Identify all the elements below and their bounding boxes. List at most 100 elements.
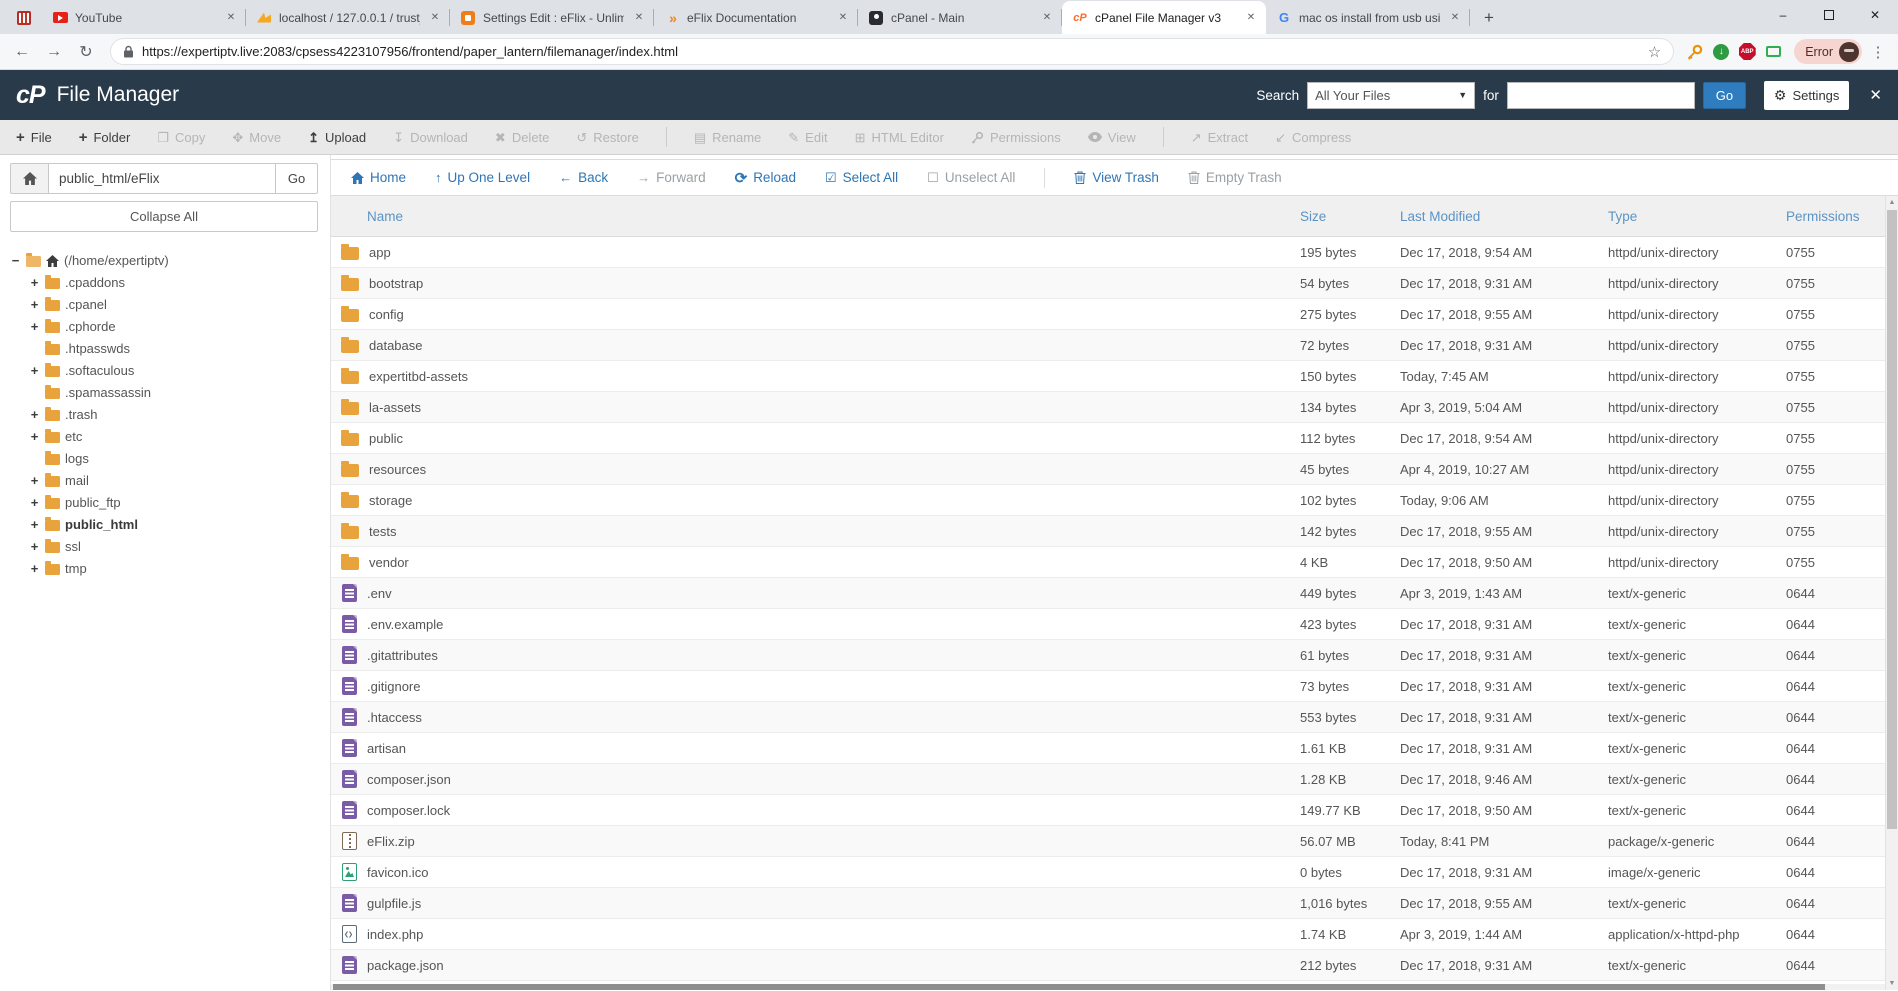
table-row[interactable]: eFlix.zip 56.07 MB Today, 8:41 PM package/x… (331, 826, 1898, 857)
up-one-level-button[interactable]: ↑ Up One Level (435, 170, 530, 185)
scrollbar-thumb[interactable] (1887, 210, 1897, 830)
table-row[interactable]: expertitbd-assets 150 bytes Today, 7:45 AM… (331, 361, 1898, 392)
new-tab-button[interactable]: + (1474, 5, 1504, 31)
table-row[interactable]: bootstrap 54 bytes Dec 17, 2018, 9:31 AM ht… (331, 268, 1898, 299)
path-go-button[interactable]: Go (276, 163, 318, 194)
expand-icon[interactable]: + (29, 363, 40, 378)
search-input[interactable] (1506, 81, 1695, 109)
table-row[interactable]: config 275 bytes Dec 17, 2018, 9:55 AM http… (331, 299, 1898, 330)
collapse-all-button[interactable]: Collapse All (10, 201, 318, 232)
table-row[interactable]: app 195 bytes Dec 17, 2018, 9:54 AM httpd/u… (331, 237, 1898, 268)
reload-button[interactable]: ⟳ Reload (735, 169, 796, 187)
browser-menu-icon[interactable]: ⋮ (1866, 43, 1890, 61)
browser-tab-active[interactable]: cP cPanel File Manager v3 ✕ (1062, 1, 1266, 34)
table-row[interactable]: .htaccess 553 bytes Dec 17, 2018, 9:31 AM t… (331, 702, 1898, 733)
column-header-name[interactable]: Name (331, 209, 1300, 224)
browser-back-button[interactable]: ← (8, 38, 36, 66)
table-row[interactable]: artisan 1.61 KB Dec 17, 2018, 9:31 AM text/… (331, 733, 1898, 764)
tree-item-mail[interactable]: + mail (10, 469, 318, 491)
table-row[interactable]: tests 142 bytes Dec 17, 2018, 9:55 AM httpd… (331, 516, 1898, 547)
profile-chip[interactable]: Error (1794, 39, 1862, 64)
close-icon[interactable]: ✕ (1869, 86, 1882, 104)
table-row[interactable]: composer.lock 149.77 KB Dec 17, 2018, 9:50… (331, 795, 1898, 826)
home-button[interactable]: Home (351, 170, 406, 185)
scroll-down-icon[interactable]: ▼ (1886, 977, 1898, 990)
expand-icon[interactable]: + (29, 319, 40, 334)
path-input[interactable] (49, 163, 276, 194)
browser-tab[interactable]: localhost / 127.0.0.1 / trust_flix ✕ (246, 1, 450, 34)
upload-button[interactable]: ↥ Upload (308, 130, 366, 145)
file-button[interactable]: + File (16, 130, 52, 145)
back-button[interactable]: ← Back (559, 170, 608, 185)
browser-reload-button[interactable]: ↻ (72, 38, 100, 66)
expand-icon[interactable]: + (29, 539, 40, 554)
table-row[interactable]: public 112 bytes Dec 17, 2018, 9:54 AM http… (331, 423, 1898, 454)
tree-root[interactable]: − (/home/expertiptv) (10, 249, 318, 271)
expand-icon[interactable]: + (29, 407, 40, 422)
browser-forward-button[interactable]: → (40, 38, 68, 66)
bookmark-star-icon[interactable]: ☆ (1648, 43, 1661, 61)
tab-close-icon[interactable]: ✕ (1243, 10, 1259, 26)
table-row[interactable]: vendor 4 KB Dec 17, 2018, 9:50 AM httpd/uni… (331, 547, 1898, 578)
column-header-permissions[interactable]: Permissions (1786, 209, 1872, 224)
tree-item-cpaddons[interactable]: + .cpaddons (10, 271, 318, 293)
tv-extension-icon[interactable] (1762, 41, 1784, 63)
tab-close-icon[interactable]: ✕ (835, 10, 851, 26)
browser-tab[interactable]: Settings Edit : eFlix - Unlimited E ✕ (450, 1, 654, 34)
expand-icon[interactable]: + (29, 561, 40, 576)
download-manager-extension-icon[interactable]: ↓ (1710, 41, 1732, 63)
settings-button[interactable]: ⚙ Settings (1763, 80, 1850, 110)
tree-item-softaculous[interactable]: + .softaculous (10, 359, 318, 381)
tree-item-tmp[interactable]: + tmp (10, 557, 318, 579)
select-all-button[interactable]: ☑ Select All (825, 170, 898, 186)
search-scope-select[interactable]: All Your Files ▼ (1307, 81, 1476, 109)
home-path-button[interactable] (10, 163, 49, 194)
tree-item-ssl[interactable]: + ssl (10, 535, 318, 557)
search-go-button[interactable]: Go (1702, 81, 1746, 109)
tree-item-public_ftp[interactable]: + public_ftp (10, 491, 318, 513)
tab-close-icon[interactable]: ✕ (427, 10, 443, 26)
minimize-button[interactable]: – (1760, 0, 1806, 30)
vertical-scrollbar[interactable]: ▲ ▼ (1885, 196, 1898, 990)
tree-item-htpasswds[interactable]: .htpasswds (10, 337, 318, 359)
view-trash-button[interactable]: View Trash (1074, 170, 1159, 185)
scroll-up-icon[interactable]: ▲ (1886, 196, 1898, 209)
tree-item-public_html[interactable]: + public_html (10, 513, 318, 535)
table-row[interactable]: package.json 212 bytes Dec 17, 2018, 9:31 … (331, 950, 1898, 981)
column-header-type[interactable]: Type (1608, 209, 1786, 224)
browser-tab[interactable]: YouTube ✕ (42, 1, 246, 34)
expand-icon[interactable]: + (29, 473, 40, 488)
table-row[interactable]: storage 102 bytes Today, 9:06 AM httpd/unix… (331, 485, 1898, 516)
column-header-size[interactable]: Size (1300, 209, 1400, 224)
key-extension-icon[interactable] (1684, 41, 1706, 63)
table-row[interactable]: .gitattributes 61 bytes Dec 17, 2018, 9:31… (331, 640, 1898, 671)
browser-tab[interactable]: cPanel - Main ✕ (858, 1, 1062, 34)
pinned-tab[interactable] (6, 1, 42, 34)
expand-icon[interactable]: + (29, 429, 40, 444)
tab-close-icon[interactable]: ✕ (631, 10, 647, 26)
table-row[interactable]: composer.json 1.28 KB Dec 17, 2018, 9:46 A… (331, 764, 1898, 795)
close-window-button[interactable]: ✕ (1852, 0, 1898, 30)
tab-close-icon[interactable]: ✕ (223, 10, 239, 26)
table-row[interactable]: .gitignore 73 bytes Dec 17, 2018, 9:31 AM t… (331, 671, 1898, 702)
expand-icon[interactable]: + (29, 275, 40, 290)
expand-icon[interactable]: + (29, 297, 40, 312)
table-row[interactable]: la-assets 134 bytes Apr 3, 2019, 5:04 AM ht… (331, 392, 1898, 423)
maximize-button[interactable] (1806, 0, 1852, 30)
table-row[interactable]: index.php 1.74 KB Apr 3, 2019, 1:44 AM appl… (331, 919, 1898, 950)
expand-icon[interactable]: + (29, 495, 40, 510)
tree-item-cphorde[interactable]: + .cphorde (10, 315, 318, 337)
horizontal-scrollbar-thumb[interactable] (333, 984, 1825, 990)
table-row[interactable]: favicon.ico 0 bytes Dec 17, 2018, 9:31 AM i… (331, 857, 1898, 888)
expand-icon[interactable]: + (29, 517, 40, 532)
table-row[interactable]: gulpfile.js 1,016 bytes Dec 17, 2018, 9:55… (331, 888, 1898, 919)
browser-tab[interactable]: Gmac os install from usb using te ✕ (1266, 1, 1470, 34)
horizontal-scrollbar[interactable] (331, 984, 1885, 990)
tab-close-icon[interactable]: ✕ (1447, 10, 1463, 26)
adblock-extension-icon[interactable]: ABP (1736, 41, 1758, 63)
table-row[interactable]: database 72 bytes Dec 17, 2018, 9:31 AM htt… (331, 330, 1898, 361)
tree-item-cpanel[interactable]: + .cpanel (10, 293, 318, 315)
table-row[interactable]: .env.example 423 bytes Dec 17, 2018, 9:31 … (331, 609, 1898, 640)
tree-item-spamassassin[interactable]: .spamassassin (10, 381, 318, 403)
browser-tab[interactable]: » eFlix Documentation ✕ (654, 1, 858, 34)
